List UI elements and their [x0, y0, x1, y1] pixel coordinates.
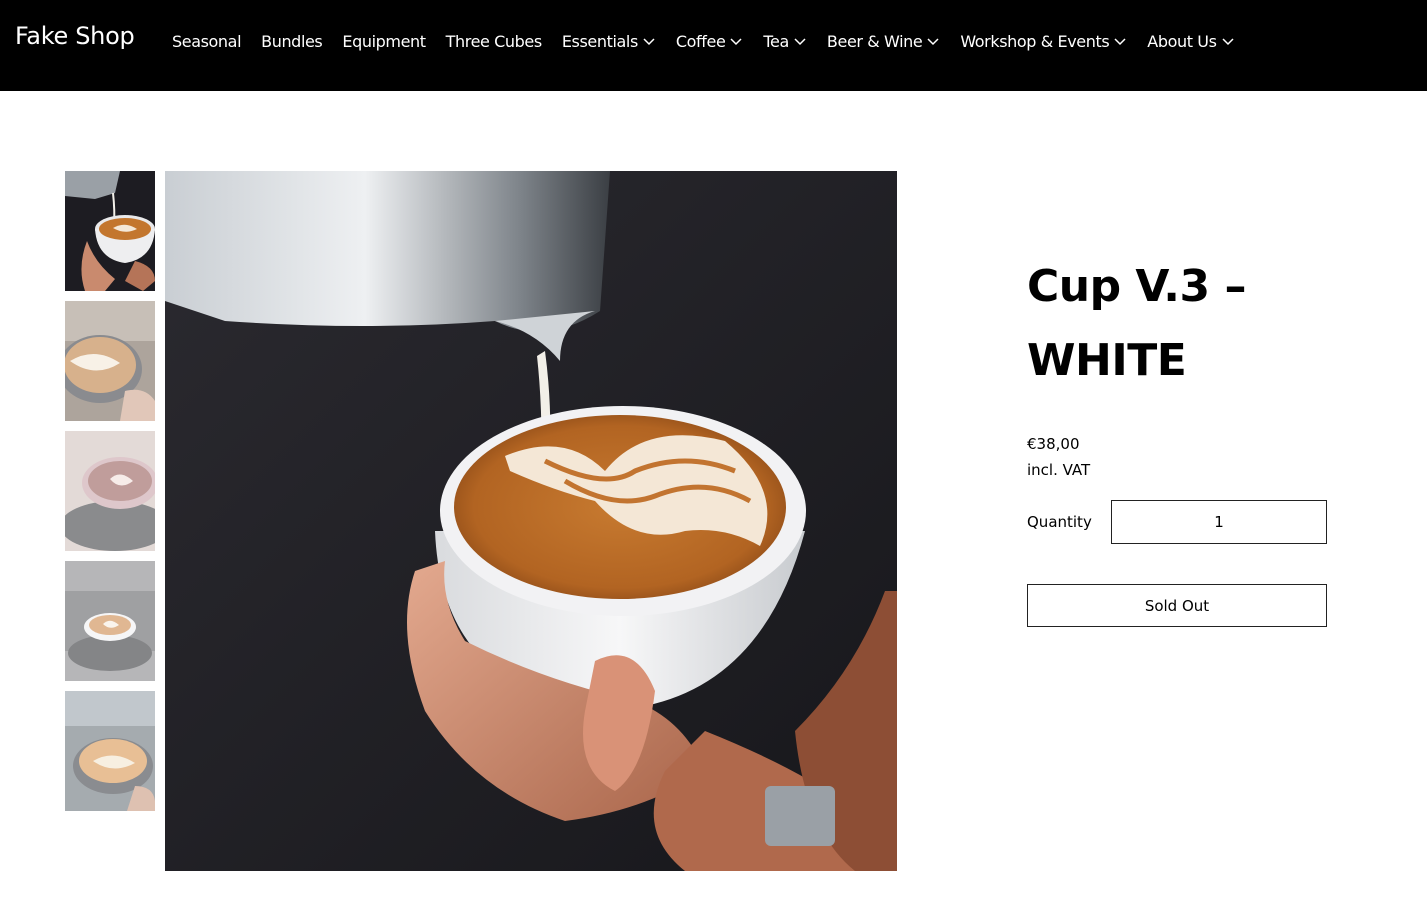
chevron-down-icon — [1113, 34, 1127, 48]
product-title: Cup V.3 – WHITE — [1027, 261, 1246, 386]
thumbnail-latte-saucer[interactable] — [65, 561, 155, 681]
main-nav: Seasonal Bundles Equipment Three Cubes E… — [172, 30, 1255, 52]
nav-item-tea[interactable]: Tea — [763, 32, 807, 51]
nav-item-label: Seasonal — [172, 31, 242, 51]
nav-item-coffee[interactable]: Coffee — [676, 32, 744, 51]
quantity-row: Quantity — [1027, 500, 1327, 544]
nav-item-workshop-events[interactable]: Workshop & Events — [960, 32, 1127, 51]
nav-item-label: Equipment — [342, 31, 426, 51]
site-header: Fake Shop Seasonal Bundles Equipment Thr… — [0, 0, 1427, 91]
chevron-down-icon — [642, 34, 656, 48]
thumbnail-latte-closeup[interactable] — [65, 301, 155, 421]
nav-item-essentials[interactable]: Essentials — [562, 32, 656, 51]
chevron-down-icon — [729, 34, 743, 48]
thumbnail-latte-pour[interactable] — [65, 171, 155, 291]
product-price: €38,00 — [1027, 435, 1080, 453]
nav-item-beer-wine[interactable]: Beer & Wine — [827, 32, 940, 51]
chevron-down-icon — [926, 34, 940, 48]
nav-item-label: Bundles — [261, 31, 323, 51]
nav-item-about-us[interactable]: About Us — [1147, 32, 1234, 51]
nav-item-label: About Us — [1147, 31, 1217, 51]
nav-item-label: Coffee — [675, 31, 726, 51]
nav-item-three-cubes[interactable]: Three Cubes — [445, 31, 543, 51]
thumbnail-latte-stirring[interactable] — [65, 691, 155, 811]
nav-item-label: Three Cubes — [445, 31, 543, 51]
product-info: Cup V.3 – WHITE €38,00 incl. VAT Quantit… — [1027, 250, 1327, 627]
nav-item-label: Workshop & Events — [960, 31, 1110, 51]
thumbnail-latte-pink-cup[interactable] — [65, 431, 155, 551]
nav-item-label: Essentials — [561, 31, 638, 51]
nav-item-equipment[interactable]: Equipment — [342, 31, 426, 51]
product-main-image[interactable] — [165, 171, 897, 871]
nav-item-bundles[interactable]: Bundles — [261, 31, 323, 51]
chevron-down-icon — [793, 34, 807, 48]
nav-item-label: Tea — [763, 31, 789, 51]
site-logo[interactable]: Fake Shop — [15, 22, 135, 50]
vat-note: incl. VAT — [1027, 461, 1091, 479]
quantity-input[interactable] — [1111, 500, 1327, 544]
thumbnail-strip — [65, 171, 155, 821]
sold-out-button[interactable]: Sold Out — [1027, 584, 1327, 627]
chevron-down-icon — [1221, 34, 1235, 48]
quantity-label: Quantity — [1027, 513, 1092, 531]
nav-item-seasonal[interactable]: Seasonal — [172, 31, 242, 51]
nav-item-label: Beer & Wine — [826, 31, 923, 51]
